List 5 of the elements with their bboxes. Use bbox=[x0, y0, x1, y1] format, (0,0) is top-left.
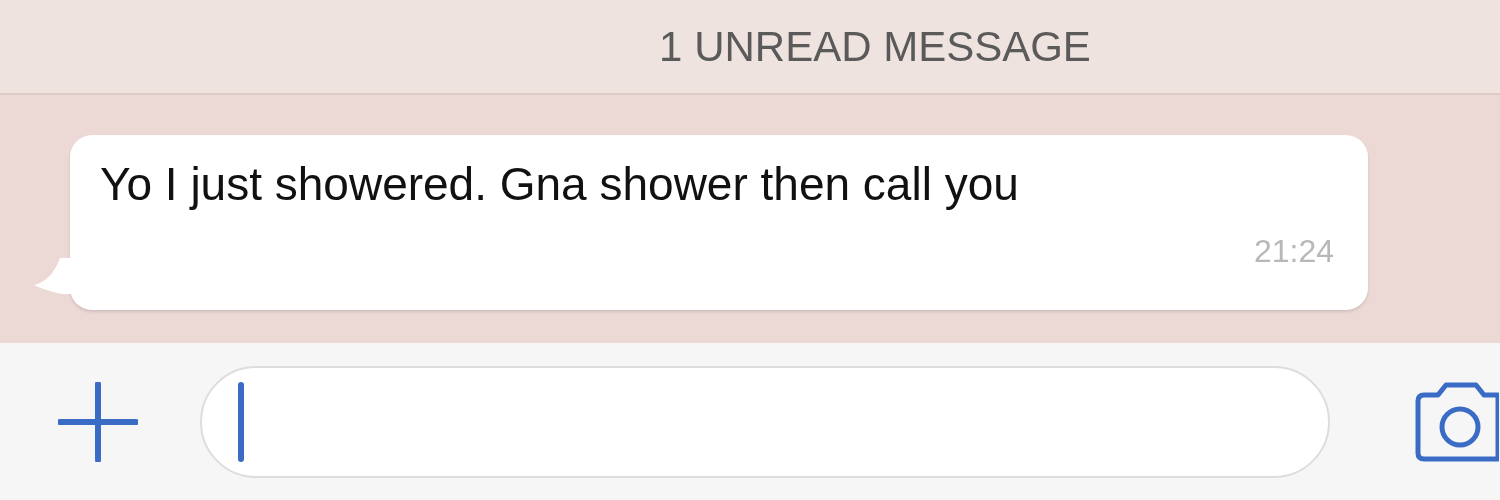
camera-icon[interactable] bbox=[1414, 380, 1499, 463]
add-icon[interactable] bbox=[58, 381, 138, 462]
message-time: 21:24 bbox=[1253, 233, 1334, 270]
unread-label: 1 UNREAD MESSAGE bbox=[659, 22, 1091, 71]
message-text: Yo I just showered. Gna shower then call you bbox=[100, 157, 1019, 211]
